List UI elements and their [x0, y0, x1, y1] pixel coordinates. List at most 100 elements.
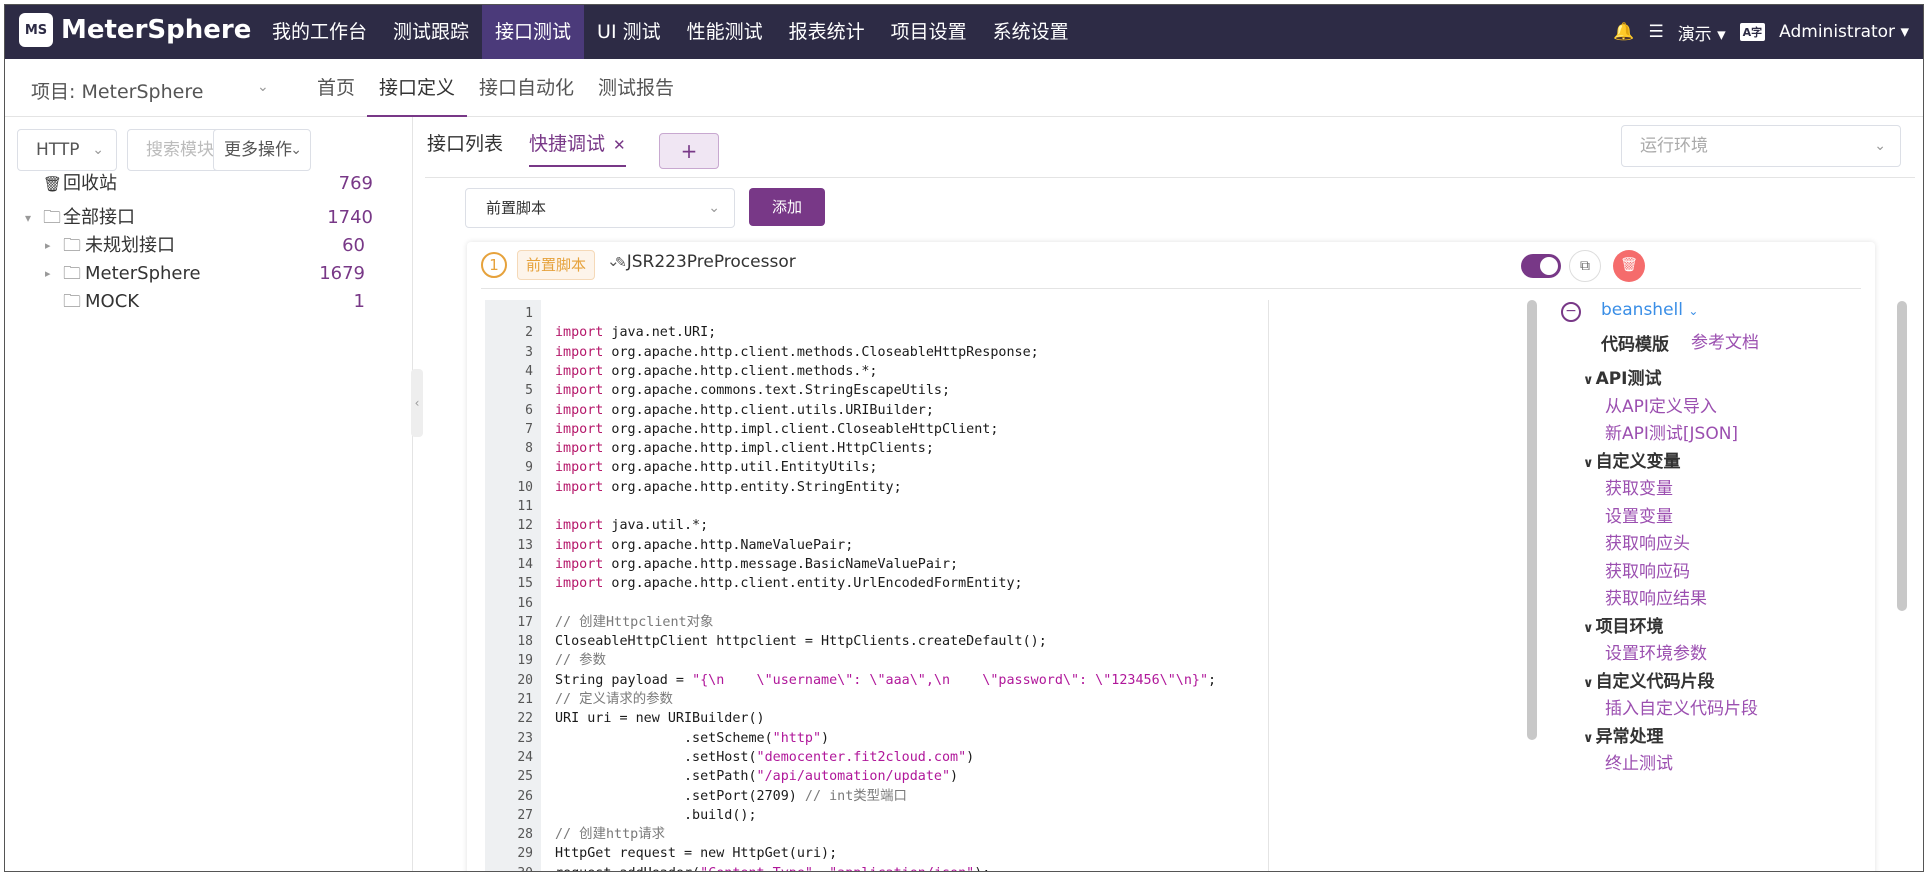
tree-node-metersphere[interactable]: ▸ 🗀 MeterSphere 1679 [5, 259, 395, 289]
subnav-item[interactable]: 接口定义 [367, 59, 468, 117]
bell-icon[interactable]: 🔔 [1613, 22, 1634, 42]
chevron-down-icon[interactable]: ⌄ [257, 79, 269, 95]
template-link[interactable]: 插入自定义代码片段 [1605, 694, 1758, 719]
code-line[interactable]: import org.apache.http.impl.client.HttpC… [555, 439, 934, 458]
caret-down-icon: ▾ [1900, 22, 1909, 42]
page-scrollbar[interactable] [1897, 301, 1907, 611]
template-link[interactable]: 从API定义导入 [1605, 392, 1717, 417]
enable-toggle[interactable] [1521, 254, 1561, 278]
code-line[interactable]: .setHost("democenter.fit2cloud.com") [555, 748, 974, 767]
line-number: 29 [517, 846, 533, 862]
collapse-icon[interactable]: − [1561, 302, 1581, 322]
folder-icon: 🗀 [63, 263, 81, 284]
user-menu[interactable]: Administrator ▾ [1779, 22, 1909, 42]
code-line[interactable]: .setPath("/api/automation/update") [555, 767, 958, 786]
code-line[interactable]: import java.util.*; [555, 516, 708, 535]
nav-item[interactable]: 报表统计 [776, 5, 878, 59]
caret-right-icon[interactable]: ▸ [45, 231, 51, 261]
code-line[interactable]: import java.net.URI; [555, 323, 716, 342]
code-line[interactable]: .setScheme("http") [555, 729, 829, 748]
template-section[interactable]: ∨ 自定义变量 [1583, 447, 1681, 472]
caret-down-icon[interactable]: ▾ [25, 203, 31, 233]
close-icon[interactable]: ✕ [613, 136, 626, 154]
project-selector[interactable]: 项目: MeterSphere [31, 77, 203, 104]
tree-node-unplanned[interactable]: ▸ 🗀 未规划接口 60 [5, 231, 395, 261]
code-line[interactable]: request.addHeader("Content-Type", "appli… [555, 864, 990, 871]
subnav-item[interactable]: 接口自动化 [467, 59, 586, 117]
subnav-item[interactable]: 测试报告 [586, 59, 686, 117]
nav-item[interactable]: 项目设置 [878, 5, 980, 59]
code-line[interactable]: import org.apache.http.message.BasicName… [555, 555, 958, 574]
editor-scrollbar[interactable] [1527, 300, 1537, 740]
code-line[interactable]: HttpGet request = new HttpGet(uri); [555, 844, 837, 863]
code-line[interactable]: // 参数 [555, 651, 606, 670]
more-actions-button[interactable]: 更多操作 ⌄ [213, 129, 311, 171]
code-line[interactable]: URI uri = new URIBuilder() [555, 709, 765, 728]
nav-item[interactable]: 接口测试 [482, 5, 585, 59]
tab-quick-debug[interactable]: 快捷调试 ✕ [529, 129, 626, 167]
code-editor[interactable]: 1 2 import java.net.URI; 3 import org.apache… [485, 300, 1269, 871]
code-line[interactable]: import org.apache.commons.text.StringEsc… [555, 381, 950, 400]
processor-type-select[interactable]: 前置脚本 ⌄ [465, 188, 735, 228]
processor-name[interactable]: ✎JSR223PreProcessor [615, 252, 796, 272]
reference-doc-link[interactable]: 参考文档 [1691, 328, 1759, 353]
code-line[interactable]: .setPort(2709) // int类型端口 [555, 787, 907, 806]
task-list-icon[interactable]: ☰ [1648, 22, 1663, 42]
edit-icon[interactable]: ✎ [615, 255, 627, 271]
template-section[interactable]: ∨ 异常处理 [1583, 722, 1664, 747]
line-number: 4 [525, 363, 533, 379]
protocol-select[interactable]: HTTP ⌄ [17, 129, 117, 171]
template-section[interactable]: ∨ API测试 [1583, 364, 1662, 389]
line-number: 7 [525, 421, 533, 437]
tree-node-label: 未规划接口 [85, 235, 175, 256]
template-link[interactable]: 获取响应结果 [1605, 584, 1707, 609]
template-link[interactable]: 终止测试 [1605, 749, 1673, 774]
add-processor-button[interactable]: 添加 [749, 188, 825, 226]
template-section[interactable]: ∨ 项目环境 [1583, 612, 1664, 637]
code-line[interactable]: import org.apache.http.util.EntityUtils; [555, 458, 877, 477]
template-link[interactable]: 获取响应码 [1605, 557, 1690, 582]
tree-node-all[interactable]: ▾ 🗀 全部接口 1740 [5, 203, 395, 233]
template-link[interactable]: 新API测试[JSON] [1605, 419, 1738, 444]
code-line[interactable]: .build(); [555, 806, 757, 825]
nav-item[interactable]: 性能测试 [674, 5, 776, 59]
workspace-switch[interactable]: 演示 ▾ [1678, 20, 1726, 45]
code-line[interactable]: // 创建Httpclient对象 [555, 613, 713, 632]
language-select[interactable]: beanshell ⌄ [1601, 300, 1698, 320]
template-link[interactable]: 获取变量 [1605, 474, 1673, 499]
template-link[interactable]: 获取响应头 [1605, 529, 1690, 554]
code-line[interactable]: import org.apache.http.client.methods.Cl… [555, 343, 1039, 362]
code-line[interactable]: import org.apache.http.client.utils.URIB… [555, 401, 934, 420]
subnav-item[interactable]: 首页 [305, 59, 367, 117]
tab-api-list[interactable]: 接口列表 [427, 129, 503, 167]
code-line[interactable]: import org.apache.http.client.entity.Url… [555, 574, 1023, 593]
line-number: 16 [517, 595, 533, 611]
code-line[interactable]: CloseableHttpClient httpclient = HttpCli… [555, 632, 1047, 651]
folder-icon: 🗀 [43, 207, 61, 228]
recycle-bin-item[interactable]: 🗑 回收站 769 [5, 169, 395, 199]
nav-item[interactable]: 我的工作台 [259, 5, 380, 59]
code-line[interactable]: import org.apache.http.entity.StringEnti… [555, 478, 902, 497]
collapse-handle[interactable]: ‹ [411, 369, 423, 437]
code-line[interactable]: import org.apache.http.NameValuePair; [555, 536, 853, 555]
line-number: 10 [517, 479, 533, 495]
tree-node-mock[interactable]: 🗀 MOCK 1 [5, 287, 395, 317]
copy-icon[interactable]: ⧉ [1569, 250, 1601, 282]
add-tab-button[interactable]: + [659, 133, 719, 169]
nav-item[interactable]: 系统设置 [980, 5, 1082, 59]
delete-icon[interactable]: 🗑 [1613, 250, 1645, 282]
template-section[interactable]: ∨ 自定义代码片段 [1583, 667, 1715, 692]
code-line[interactable]: import org.apache.http.impl.client.Close… [555, 420, 998, 439]
code-line[interactable]: // 定义请求的参数 [555, 690, 673, 709]
code-line[interactable]: // 创建http请求 [555, 825, 665, 844]
code-line[interactable]: String payload = "{\n \"username\": \"aa… [555, 671, 1216, 690]
nav-item[interactable]: UI 测试 [584, 5, 674, 59]
nav-item[interactable]: 测试跟踪 [380, 5, 482, 59]
template-link[interactable]: 设置环境参数 [1605, 639, 1707, 664]
template-link[interactable]: 设置变量 [1605, 502, 1673, 527]
language-icon[interactable]: A字 [1739, 23, 1766, 41]
logo[interactable]: MS MeterSphere [19, 13, 251, 47]
caret-right-icon[interactable]: ▸ [45, 259, 51, 289]
code-line[interactable]: import org.apache.http.client.methods.*; [555, 362, 877, 381]
run-environment-select[interactable]: 运行环境 ⌄ [1621, 125, 1901, 167]
